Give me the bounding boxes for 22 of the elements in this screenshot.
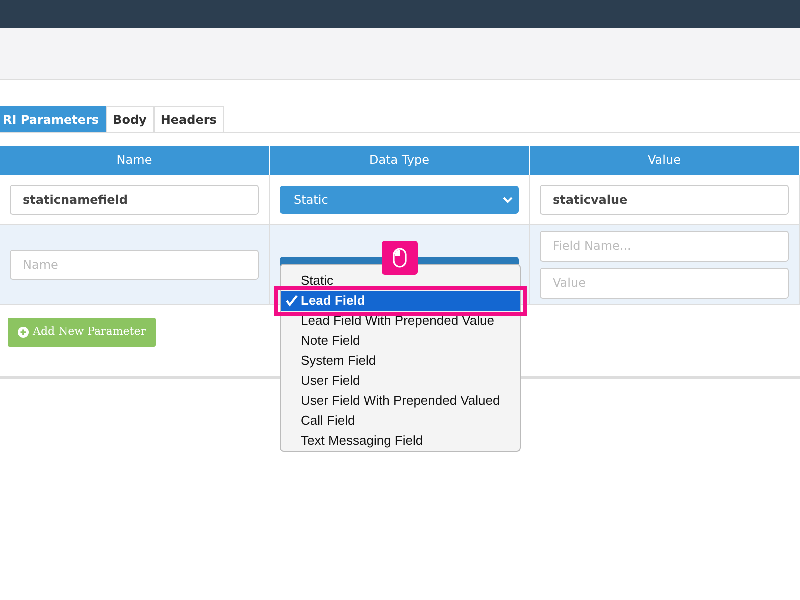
menu-item[interactable]: User Field With Prepended Valued [281,391,520,411]
tab[interactable]: Headers [154,106,224,132]
column-header: Name [0,146,270,175]
menu-item[interactable]: Note Field [281,331,520,351]
menu-item[interactable]: User Field [281,371,520,391]
value-field[interactable]: Field Name... [540,230,789,262]
menu-item[interactable]: Lead Field [281,291,520,311]
menu-item[interactable]: System Field [281,351,520,371]
mouse-icon [393,248,407,268]
column-header: Data Type [270,146,530,175]
name-field[interactable]: staticnamefield [10,184,259,214]
caret-icon [503,196,513,204]
column-header: Value [530,146,800,175]
check-icon [286,295,298,307]
tab[interactable]: Body [106,106,154,132]
plus-icon [18,326,29,338]
value-field[interactable]: Value [540,268,789,298]
menu-item[interactable]: Lead Field With Prepended Value [281,311,520,331]
menu-item[interactable]: Text Messaging Field [281,431,520,451]
name-field[interactable]: Name [10,250,259,280]
value-field[interactable]: staticvalue [540,184,789,214]
menu-item[interactable]: Call Field [281,411,520,431]
